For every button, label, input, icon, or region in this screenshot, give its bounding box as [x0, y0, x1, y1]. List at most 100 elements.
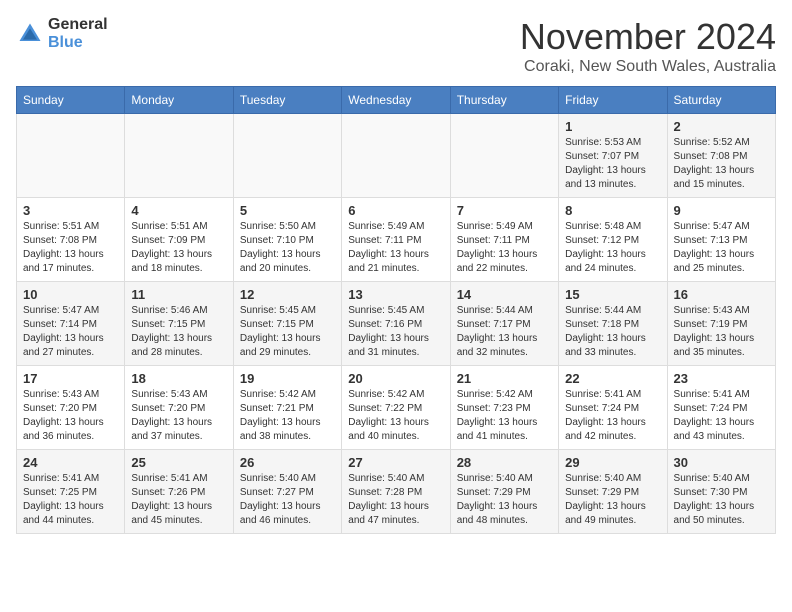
day-info: Sunrise: 5:40 AM Sunset: 7:27 PM Dayligh…: [240, 472, 335, 528]
day-info: Sunrise: 5:49 AM Sunset: 7:11 PM Dayligh…: [348, 220, 443, 276]
header-day-monday: Monday: [125, 87, 233, 114]
day-number: 6: [348, 203, 443, 218]
day-info: Sunrise: 5:43 AM Sunset: 7:20 PM Dayligh…: [23, 388, 118, 444]
week-row-3: 10Sunrise: 5:47 AM Sunset: 7:14 PM Dayli…: [17, 282, 776, 366]
day-info: Sunrise: 5:45 AM Sunset: 7:15 PM Dayligh…: [240, 304, 335, 360]
calendar-cell: 15Sunrise: 5:44 AM Sunset: 7:18 PM Dayli…: [559, 282, 667, 366]
calendar-cell: 14Sunrise: 5:44 AM Sunset: 7:17 PM Dayli…: [450, 282, 558, 366]
calendar-cell: 20 Sunrise: 5:42 AM Sunset: 7:22 PM Dayli…: [342, 366, 450, 450]
day-number: 21: [457, 371, 552, 386]
calendar-cell: 24Sunrise: 5:41 AM Sunset: 7:25 PM Dayli…: [17, 450, 125, 534]
calendar-cell: 8Sunrise: 5:48 AM Sunset: 7:12 PM Daylig…: [559, 198, 667, 282]
calendar-cell: 22Sunrise: 5:41 AM Sunset: 7:24 PM Dayli…: [559, 366, 667, 450]
logo-icon: [16, 20, 44, 48]
header-day-thursday: Thursday: [450, 87, 558, 114]
day-info: Sunrise: 5:46 AM Sunset: 7:15 PM Dayligh…: [131, 304, 226, 360]
day-info: Sunrise: 5:42 AM Sunset: 7:22 PM Dayligh…: [348, 388, 443, 444]
day-number: 23: [674, 371, 769, 386]
calendar-cell: 21 Sunrise: 5:42 AM Sunset: 7:23 PM Dayli…: [450, 366, 558, 450]
logo-general-text: General: [48, 16, 108, 34]
day-info: Sunrise: 5:44 AM Sunset: 7:18 PM Dayligh…: [565, 304, 660, 360]
day-number: 26: [240, 455, 335, 470]
day-info: Sunrise: 5:40 AM Sunset: 7:29 PM Dayligh…: [565, 472, 660, 528]
calendar-cell: 16Sunrise: 5:43 AM Sunset: 7:19 PM Dayli…: [667, 282, 775, 366]
calendar-cell: 30Sunrise: 5:40 AM Sunset: 7:30 PM Dayli…: [667, 450, 775, 534]
week-row-2: 3 Sunrise: 5:51 AM Sunset: 7:08 PM Daylig…: [17, 198, 776, 282]
calendar-cell: 6 Sunrise: 5:49 AM Sunset: 7:11 PM Daylig…: [342, 198, 450, 282]
page-header: General Blue November 2024 Coraki, New S…: [16, 16, 776, 76]
day-info: Sunrise: 5:40 AM Sunset: 7:30 PM Dayligh…: [674, 472, 769, 528]
day-info: Sunrise: 5:41 AM Sunset: 7:24 PM Dayligh…: [565, 388, 660, 444]
day-info: Sunrise: 5:52 AM Sunset: 7:08 PM Dayligh…: [674, 136, 769, 192]
day-info: Sunrise: 5:42 AM Sunset: 7:21 PM Dayligh…: [240, 388, 335, 444]
day-info: Sunrise: 5:45 AM Sunset: 7:16 PM Dayligh…: [348, 304, 443, 360]
week-row-4: 17 Sunrise: 5:43 AM Sunset: 7:20 PM Dayli…: [17, 366, 776, 450]
day-number: 2: [674, 119, 769, 134]
calendar-body: 1Sunrise: 5:53 AM Sunset: 7:07 PM Daylig…: [17, 114, 776, 534]
week-row-1: 1Sunrise: 5:53 AM Sunset: 7:07 PM Daylig…: [17, 114, 776, 198]
day-number: 4: [131, 203, 226, 218]
calendar-cell: 17 Sunrise: 5:43 AM Sunset: 7:20 PM Dayli…: [17, 366, 125, 450]
week-row-5: 24Sunrise: 5:41 AM Sunset: 7:25 PM Dayli…: [17, 450, 776, 534]
day-number: 16: [674, 287, 769, 302]
calendar-cell: 13 Sunrise: 5:45 AM Sunset: 7:16 PM Dayli…: [342, 282, 450, 366]
calendar-cell: [17, 114, 125, 198]
calendar-header: SundayMondayTuesdayWednesdayThursdayFrid…: [17, 87, 776, 114]
calendar-cell: 18 Sunrise: 5:43 AM Sunset: 7:20 PM Dayli…: [125, 366, 233, 450]
day-number: 1: [565, 119, 660, 134]
calendar-cell: [342, 114, 450, 198]
day-info: Sunrise: 5:41 AM Sunset: 7:25 PM Dayligh…: [23, 472, 118, 528]
calendar-cell: 11 Sunrise: 5:46 AM Sunset: 7:15 PM Dayli…: [125, 282, 233, 366]
title-section: November 2024 Coraki, New South Wales, A…: [520, 16, 776, 76]
calendar-cell: 1Sunrise: 5:53 AM Sunset: 7:07 PM Daylig…: [559, 114, 667, 198]
header-day-saturday: Saturday: [667, 87, 775, 114]
day-info: Sunrise: 5:42 AM Sunset: 7:23 PM Dayligh…: [457, 388, 552, 444]
calendar-cell: 26 Sunrise: 5:40 AM Sunset: 7:27 PM Dayli…: [233, 450, 341, 534]
calendar-cell: 19 Sunrise: 5:42 AM Sunset: 7:21 PM Dayli…: [233, 366, 341, 450]
day-number: 20: [348, 371, 443, 386]
calendar-table: SundayMondayTuesdayWednesdayThursdayFrid…: [16, 86, 776, 534]
day-number: 25: [131, 455, 226, 470]
day-number: 28: [457, 455, 552, 470]
day-number: 12: [240, 287, 335, 302]
day-info: Sunrise: 5:51 AM Sunset: 7:09 PM Dayligh…: [131, 220, 226, 276]
day-number: 29: [565, 455, 660, 470]
calendar-cell: 10Sunrise: 5:47 AM Sunset: 7:14 PM Dayli…: [17, 282, 125, 366]
day-info: Sunrise: 5:47 AM Sunset: 7:13 PM Dayligh…: [674, 220, 769, 276]
day-info: Sunrise: 5:51 AM Sunset: 7:08 PM Dayligh…: [23, 220, 118, 276]
logo: General Blue: [16, 16, 108, 51]
day-number: 18: [131, 371, 226, 386]
calendar-cell: 23 Sunrise: 5:41 AM Sunset: 7:24 PM Dayli…: [667, 366, 775, 450]
day-info: Sunrise: 5:40 AM Sunset: 7:29 PM Dayligh…: [457, 472, 552, 528]
day-info: Sunrise: 5:41 AM Sunset: 7:26 PM Dayligh…: [131, 472, 226, 528]
day-info: Sunrise: 5:50 AM Sunset: 7:10 PM Dayligh…: [240, 220, 335, 276]
day-info: Sunrise: 5:49 AM Sunset: 7:11 PM Dayligh…: [457, 220, 552, 276]
header-day-wednesday: Wednesday: [342, 87, 450, 114]
calendar-cell: 7 Sunrise: 5:49 AM Sunset: 7:11 PM Daylig…: [450, 198, 558, 282]
calendar-cell: 28 Sunrise: 5:40 AM Sunset: 7:29 PM Dayli…: [450, 450, 558, 534]
month-title: November 2024: [520, 16, 776, 58]
calendar-cell: [125, 114, 233, 198]
header-day-tuesday: Tuesday: [233, 87, 341, 114]
header-day-friday: Friday: [559, 87, 667, 114]
calendar-cell: [450, 114, 558, 198]
header-row: SundayMondayTuesdayWednesdayThursdayFrid…: [17, 87, 776, 114]
day-number: 3: [23, 203, 118, 218]
logo-text: General Blue: [48, 16, 108, 51]
day-number: 7: [457, 203, 552, 218]
day-number: 13: [348, 287, 443, 302]
day-info: Sunrise: 5:41 AM Sunset: 7:24 PM Dayligh…: [674, 388, 769, 444]
day-number: 17: [23, 371, 118, 386]
day-info: Sunrise: 5:40 AM Sunset: 7:28 PM Dayligh…: [348, 472, 443, 528]
calendar-cell: 5 Sunrise: 5:50 AM Sunset: 7:10 PM Daylig…: [233, 198, 341, 282]
day-number: 8: [565, 203, 660, 218]
day-number: 19: [240, 371, 335, 386]
day-number: 27: [348, 455, 443, 470]
calendar-cell: [233, 114, 341, 198]
day-number: 5: [240, 203, 335, 218]
day-number: 11: [131, 287, 226, 302]
day-info: Sunrise: 5:43 AM Sunset: 7:20 PM Dayligh…: [131, 388, 226, 444]
calendar-cell: 12 Sunrise: 5:45 AM Sunset: 7:15 PM Dayli…: [233, 282, 341, 366]
calendar-cell: 25 Sunrise: 5:41 AM Sunset: 7:26 PM Dayli…: [125, 450, 233, 534]
day-info: Sunrise: 5:47 AM Sunset: 7:14 PM Dayligh…: [23, 304, 118, 360]
